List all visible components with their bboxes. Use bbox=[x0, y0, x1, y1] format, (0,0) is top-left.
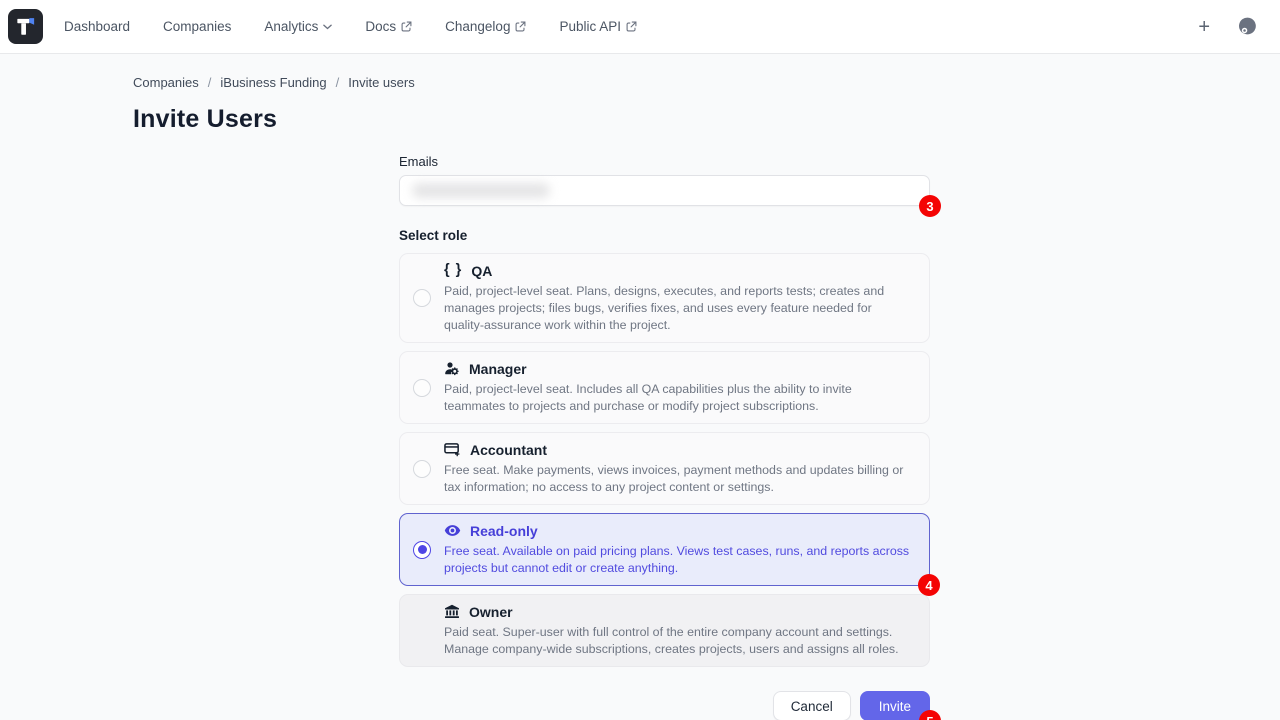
avatar[interactable] bbox=[1237, 16, 1258, 37]
nav-label: Companies bbox=[163, 19, 231, 34]
nav-item-companies[interactable]: Companies bbox=[163, 19, 231, 34]
page-title: Invite Users bbox=[133, 104, 1280, 134]
form-actions: Cancel Invite 5 bbox=[399, 691, 930, 720]
role-description: Paid seat. Super-user with full control … bbox=[444, 624, 913, 658]
nav-item-changelog[interactable]: Changelog bbox=[445, 19, 526, 34]
role-radio-read-only[interactable] bbox=[413, 541, 431, 559]
nav-label: Analytics bbox=[264, 19, 318, 34]
role-radio-qa[interactable] bbox=[413, 289, 431, 307]
nav-label: Public API bbox=[559, 19, 621, 34]
nav-label: Dashboard bbox=[64, 19, 130, 34]
redacted-email-value bbox=[412, 183, 550, 198]
role-body: Accountant Free seat. Make payments, vie… bbox=[444, 441, 913, 496]
annotation-badge-3: 3 bbox=[919, 195, 941, 217]
role-header: Read-only bbox=[444, 522, 913, 539]
braces-icon: { } bbox=[444, 263, 462, 278]
role-card-read-only[interactable]: Read-only Free seat. Available on paid p… bbox=[399, 513, 930, 586]
annotation-badge-5: 5 bbox=[919, 710, 941, 720]
user-gear-icon bbox=[444, 361, 460, 377]
role-header: Accountant bbox=[444, 441, 913, 458]
breadcrumb-invite-users[interactable]: Invite users bbox=[348, 75, 414, 90]
role-name: QA bbox=[471, 263, 492, 279]
role-name: Accountant bbox=[470, 442, 547, 458]
nav-item-public-api[interactable]: Public API bbox=[559, 19, 637, 34]
external-link-icon bbox=[401, 21, 412, 32]
topbar-right-actions: + bbox=[1198, 16, 1258, 37]
nav-item-docs[interactable]: Docs bbox=[365, 19, 412, 34]
radio-column bbox=[400, 541, 444, 559]
annotation-badge-4: 4 bbox=[918, 574, 940, 596]
emails-input[interactable] bbox=[399, 175, 930, 206]
breadcrumb-company-name[interactable]: iBusiness Funding bbox=[220, 75, 326, 90]
role-header: { } QA bbox=[444, 262, 913, 279]
breadcrumb-companies[interactable]: Companies bbox=[133, 75, 199, 90]
role-radio-accountant[interactable] bbox=[413, 460, 431, 478]
role-name: Manager bbox=[469, 361, 527, 377]
role-description: Free seat. Available on paid pricing pla… bbox=[444, 543, 913, 577]
external-link-icon bbox=[626, 21, 637, 32]
role-header: Manager bbox=[444, 360, 913, 377]
role-header: Owner bbox=[444, 603, 913, 620]
invite-button-wrap: Invite 5 bbox=[860, 691, 930, 720]
emails-label: Emails bbox=[399, 154, 930, 169]
radio-column bbox=[400, 460, 444, 478]
invite-form: Emails 3 Select role { } QA Paid, projec… bbox=[399, 154, 930, 720]
eye-icon bbox=[444, 524, 461, 537]
role-card-manager[interactable]: Manager Paid, project-level seat. Includ… bbox=[399, 351, 930, 424]
role-name: Owner bbox=[469, 604, 513, 620]
role-radio-manager[interactable] bbox=[413, 379, 431, 397]
breadcrumb-separator: / bbox=[336, 75, 340, 90]
radio-column bbox=[400, 379, 444, 397]
external-link-icon bbox=[515, 21, 526, 32]
role-description: Paid, project-level seat. Plans, designs… bbox=[444, 283, 913, 334]
role-description: Paid, project-level seat. Includes all Q… bbox=[444, 381, 913, 415]
breadcrumb-separator: / bbox=[208, 75, 212, 90]
primary-nav: Dashboard Companies Analytics Docs Chang… bbox=[64, 19, 637, 34]
radio-column bbox=[400, 289, 444, 307]
bank-icon bbox=[444, 604, 460, 620]
credit-card-plus-icon bbox=[444, 442, 461, 457]
main-content: Companies / iBusiness Funding / Invite u… bbox=[0, 54, 1280, 720]
role-body: { } QA Paid, project-level seat. Plans, … bbox=[444, 262, 913, 334]
add-button[interactable]: + bbox=[1198, 17, 1210, 37]
top-navigation-bar: Dashboard Companies Analytics Docs Chang… bbox=[0, 0, 1280, 54]
role-description: Free seat. Make payments, views invoices… bbox=[444, 462, 913, 496]
logo-t-icon bbox=[14, 15, 37, 38]
nav-label: Changelog bbox=[445, 19, 510, 34]
radio-dot bbox=[418, 545, 427, 554]
role-body: Manager Paid, project-level seat. Includ… bbox=[444, 360, 913, 415]
role-body: Read-only Free seat. Available on paid p… bbox=[444, 522, 913, 577]
nav-item-analytics[interactable]: Analytics bbox=[264, 19, 332, 34]
nav-label: Docs bbox=[365, 19, 396, 34]
role-name: Read-only bbox=[470, 523, 538, 539]
nav-item-dashboard[interactable]: Dashboard bbox=[64, 19, 130, 34]
role-card-accountant[interactable]: Accountant Free seat. Make payments, vie… bbox=[399, 432, 930, 505]
role-body: Owner Paid seat. Super-user with full co… bbox=[444, 603, 913, 658]
app-logo[interactable] bbox=[8, 9, 43, 44]
chevron-down-icon bbox=[323, 24, 332, 30]
select-role-label: Select role bbox=[399, 228, 930, 243]
role-card-owner: Owner Paid seat. Super-user with full co… bbox=[399, 594, 930, 667]
cancel-button[interactable]: Cancel bbox=[773, 691, 851, 720]
breadcrumb: Companies / iBusiness Funding / Invite u… bbox=[133, 74, 1280, 90]
role-card-qa[interactable]: { } QA Paid, project-level seat. Plans, … bbox=[399, 253, 930, 343]
emails-input-wrap: 3 bbox=[399, 175, 930, 206]
